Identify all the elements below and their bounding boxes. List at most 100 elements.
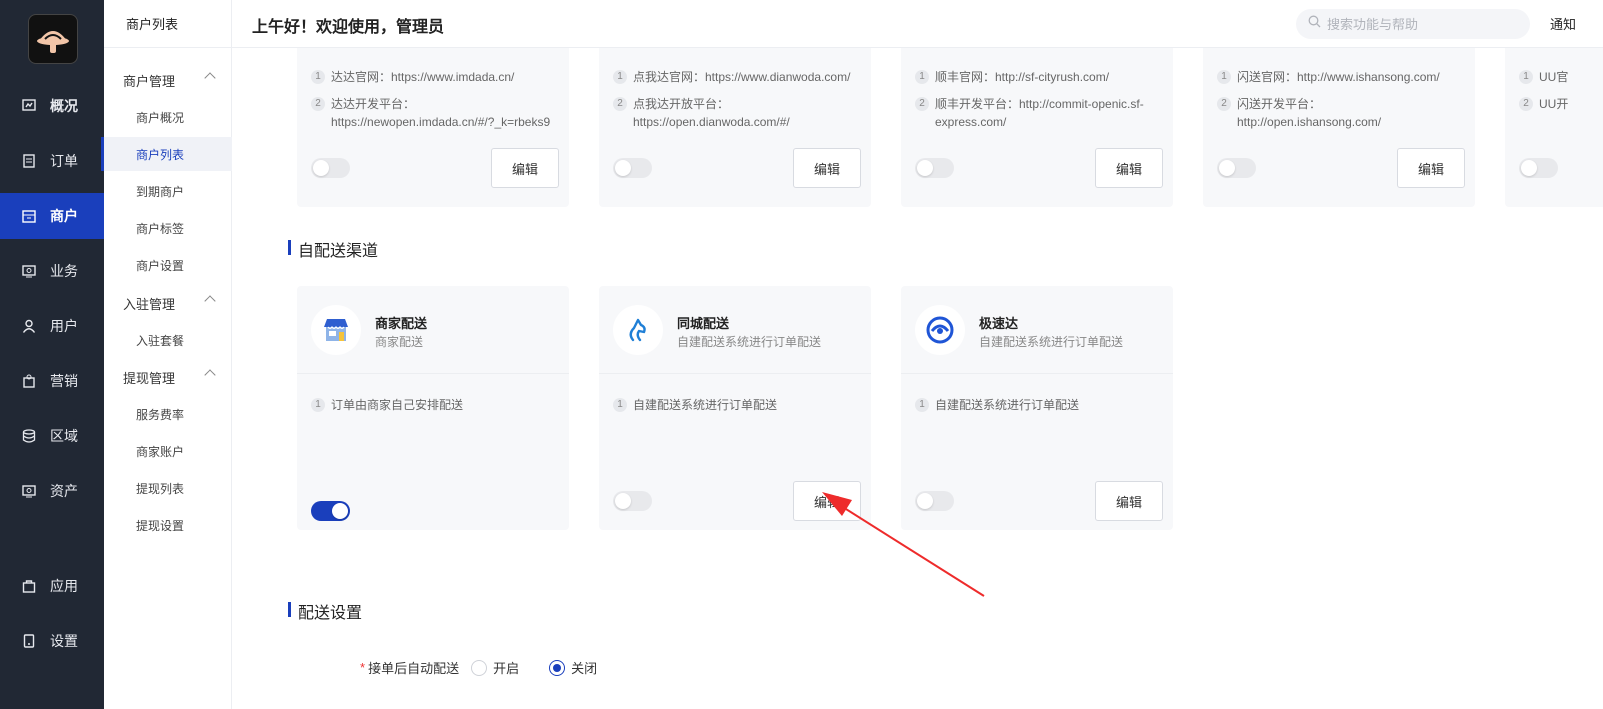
card-line: 顺丰开发平台：http://commit-openic.sf-express.c… bbox=[935, 97, 1144, 129]
card-line: 点我达官网：https://www.dianwoda.com/ bbox=[633, 70, 851, 84]
submenu-item[interactable]: 入驻套餐 bbox=[104, 323, 232, 357]
submenu-group-label: 入驻管理 bbox=[123, 296, 176, 312]
nav-user[interactable]: 用户 bbox=[0, 303, 104, 349]
greeting-text: 上午好！欢迎使用，管理员 bbox=[252, 19, 445, 36]
enable-toggle[interactable] bbox=[613, 491, 652, 511]
edit-button[interactable]: 编辑 bbox=[1095, 481, 1163, 521]
section-title-self-delivery: 自配送渠道 bbox=[288, 237, 378, 261]
step-number: 2 bbox=[613, 97, 627, 111]
horse-icon bbox=[613, 305, 663, 355]
app-icon bbox=[22, 579, 36, 593]
auto-delivery-row: * 接单后自动配送 开启 关闭 bbox=[360, 658, 597, 677]
edit-button[interactable]: 编辑 bbox=[793, 148, 861, 188]
enable-toggle[interactable] bbox=[1519, 158, 1558, 178]
step-number: 1 bbox=[915, 398, 929, 412]
main-content: 1 达达官网：https://www.imdada.cn/ 2 达达开发平台：htt… bbox=[232, 48, 1603, 709]
channel-desc: 自建配送系统进行订单配送 bbox=[677, 335, 822, 349]
step-number: 2 bbox=[311, 97, 325, 111]
enable-toggle[interactable] bbox=[311, 501, 350, 521]
submenu-group-withdraw[interactable]: 提现管理 bbox=[104, 362, 232, 392]
card-line: 达达开发平台：https://newopen.imdada.cn/#/?_k=r… bbox=[331, 97, 551, 129]
section-title-delivery-settings: 配送设置 bbox=[288, 599, 362, 623]
nav-business[interactable]: 业务 bbox=[0, 248, 104, 294]
step-number: 1 bbox=[613, 398, 627, 412]
nav-region[interactable]: 区域 bbox=[0, 413, 104, 459]
search-box[interactable] bbox=[1296, 9, 1530, 39]
nav-overview[interactable]: 概况 bbox=[0, 83, 104, 129]
delivery-card-uu: 1 UU官 2 UU开 bbox=[1505, 48, 1603, 207]
edit-button[interactable]: 编辑 bbox=[491, 148, 559, 188]
step-number: 1 bbox=[311, 70, 325, 84]
nav-label: 区域 bbox=[50, 428, 78, 444]
radio-button-checked[interactable] bbox=[549, 659, 566, 676]
nav-merchant[interactable]: 商户 bbox=[0, 193, 104, 239]
submenu-item[interactable]: 商户概况 bbox=[104, 100, 232, 134]
user-icon bbox=[22, 319, 36, 333]
card-line: 自建配送系统进行订单配送 bbox=[633, 398, 778, 412]
submenu-item[interactable]: 到期商户 bbox=[104, 174, 232, 208]
region-icon bbox=[22, 429, 36, 443]
submenu-item[interactable]: 商户标签 bbox=[104, 211, 232, 245]
submenu-group-merchant[interactable]: 商户管理 bbox=[104, 65, 232, 95]
submenu-group-label: 提现管理 bbox=[123, 370, 176, 386]
submenu-group-settle[interactable]: 入驻管理 bbox=[104, 288, 232, 318]
card-line: 顺丰官网：http://sf-cityrush.com/ bbox=[935, 70, 1110, 84]
channel-name: 商家配送 bbox=[375, 316, 428, 331]
secondary-menu: 商户列表 商户管理 商户概况 商户列表 到期商户 商户标签 商户设置 入驻管理 … bbox=[101, 0, 232, 709]
marketing-icon bbox=[22, 374, 36, 388]
nav-label: 商户 bbox=[50, 208, 78, 224]
edit-button[interactable]: 编辑 bbox=[1095, 148, 1163, 188]
top-header: 上午好！欢迎使用，管理员 通知 bbox=[232, 0, 1603, 48]
nav-app[interactable]: 应用 bbox=[0, 563, 104, 609]
radio-label: 开启 bbox=[493, 661, 520, 676]
step-number: 1 bbox=[613, 70, 627, 84]
card-line: 达达官网：https://www.imdada.cn/ bbox=[331, 70, 515, 84]
notification-link[interactable]: 通知 bbox=[1550, 14, 1576, 33]
submenu-item[interactable]: 提现设置 bbox=[104, 508, 232, 542]
settings-icon bbox=[22, 634, 36, 648]
card-header: 商家配送 商家配送 bbox=[297, 286, 569, 374]
card-line: 闪送官网：http://www.ishansong.com/ bbox=[1237, 70, 1440, 84]
submenu-item[interactable]: 商户设置 bbox=[104, 248, 232, 282]
enable-toggle[interactable] bbox=[613, 158, 652, 178]
nav-label: 营销 bbox=[50, 373, 78, 389]
nav-label: 应用 bbox=[50, 578, 78, 594]
store-icon bbox=[311, 305, 361, 355]
card-line: 订单由商家自己安排配送 bbox=[331, 398, 464, 412]
submenu-item[interactable]: 商家账户 bbox=[104, 434, 232, 468]
nav-label: 用户 bbox=[50, 318, 78, 334]
merchant-icon bbox=[22, 209, 36, 223]
app-logo[interactable] bbox=[28, 14, 78, 64]
nav-label: 概况 bbox=[50, 98, 78, 114]
step-number: 2 bbox=[1519, 97, 1533, 111]
nav-settings[interactable]: 设置 bbox=[0, 618, 104, 664]
auto-delivery-label: 接单后自动配送 bbox=[368, 661, 460, 676]
radio-option-off[interactable]: 关闭 bbox=[549, 658, 597, 677]
nav-order[interactable]: 订单 bbox=[0, 138, 104, 184]
enable-toggle[interactable] bbox=[311, 158, 350, 178]
required-mark: * bbox=[360, 660, 366, 675]
nav-asset[interactable]: 资产 bbox=[0, 468, 104, 514]
speed-icon bbox=[915, 305, 965, 355]
radio-label: 关闭 bbox=[571, 661, 598, 676]
edit-button[interactable]: 编辑 bbox=[1397, 148, 1465, 188]
submenu-group-label: 商户管理 bbox=[123, 73, 176, 89]
business-icon bbox=[22, 264, 36, 278]
enable-toggle[interactable] bbox=[915, 158, 954, 178]
delivery-card-dada: 1 达达官网：https://www.imdada.cn/ 2 达达开发平台：htt… bbox=[297, 48, 569, 207]
search-input[interactable] bbox=[1327, 16, 1517, 32]
submenu-title: 商户列表 bbox=[104, 0, 231, 48]
submenu-item[interactable]: 提现列表 bbox=[104, 471, 232, 505]
card-line: UU开 bbox=[1539, 97, 1569, 111]
submenu-item-active[interactable]: 商户列表 bbox=[101, 137, 232, 171]
card-line: UU官 bbox=[1539, 70, 1569, 84]
enable-toggle[interactable] bbox=[1217, 158, 1256, 178]
radio-button[interactable] bbox=[471, 659, 488, 676]
nav-marketing[interactable]: 营销 bbox=[0, 358, 104, 404]
card-line: 点我达开放平台：https://open.dianwoda.com/#/ bbox=[633, 97, 790, 129]
chevron-up-icon bbox=[204, 369, 216, 381]
radio-option-on[interactable]: 开启 bbox=[471, 658, 519, 677]
step-number: 2 bbox=[915, 97, 929, 111]
nav-label: 设置 bbox=[50, 633, 78, 649]
submenu-item[interactable]: 服务费率 bbox=[104, 397, 232, 431]
